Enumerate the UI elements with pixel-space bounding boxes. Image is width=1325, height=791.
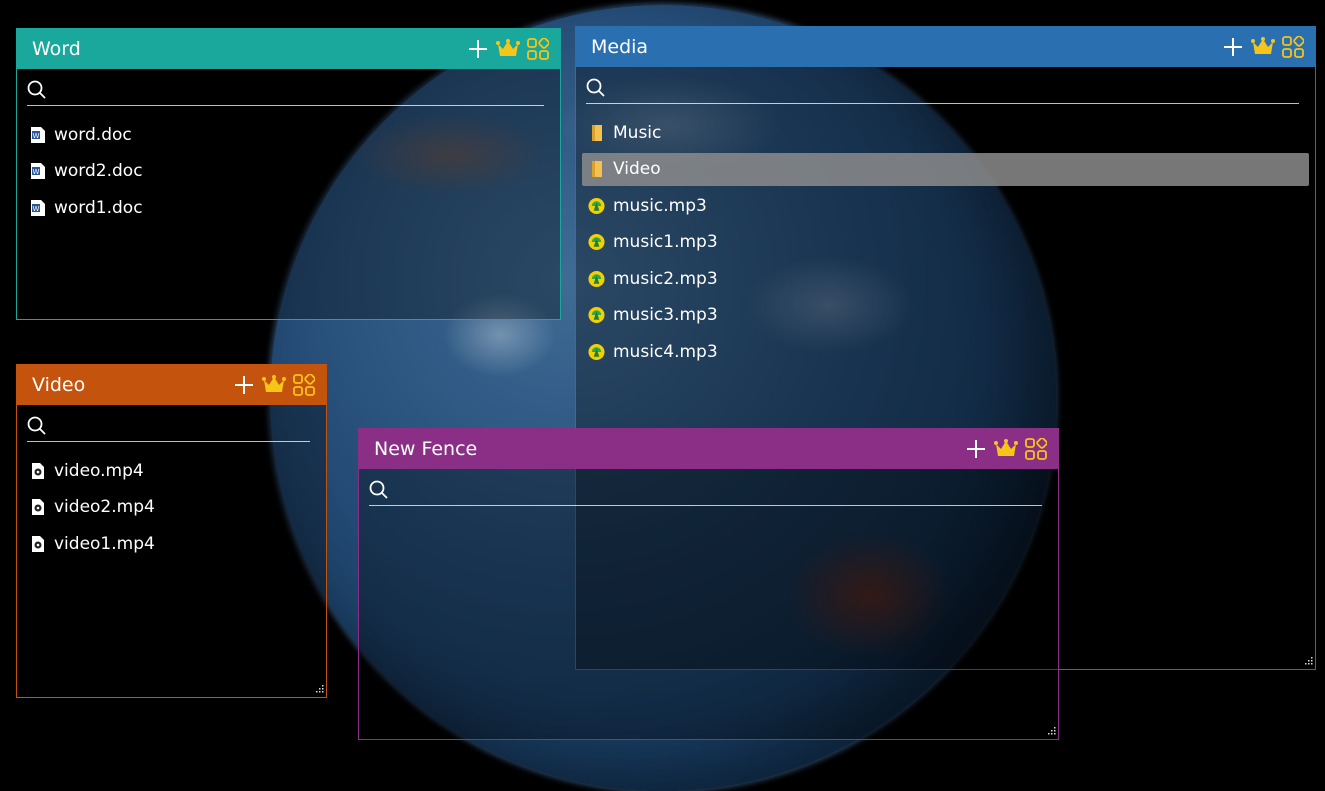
- file-item[interactable]: W word1.doc: [23, 191, 554, 224]
- search-bar[interactable]: [369, 475, 1042, 506]
- svg-text:W: W: [32, 132, 39, 140]
- file-list: Music Video music.mp3 music1.mp3 music2.…: [576, 116, 1315, 368]
- plus-icon: [1224, 38, 1242, 56]
- search-bar[interactable]: [586, 73, 1299, 104]
- file-item[interactable]: W word.doc: [23, 118, 554, 151]
- file-item[interactable]: music.mp3: [582, 189, 1309, 222]
- grid-icon: [527, 38, 549, 60]
- music-file-icon: [588, 197, 605, 215]
- file-item[interactable]: music4.mp3: [582, 335, 1309, 368]
- music-file-icon: [588, 233, 605, 251]
- premium-button[interactable]: [1251, 35, 1275, 59]
- file-name: music2.mp3: [613, 268, 718, 289]
- search-input[interactable]: [53, 80, 544, 100]
- grid-icon: [1282, 36, 1304, 58]
- music-file-icon: [588, 343, 605, 361]
- file-name: word1.doc: [54, 197, 143, 218]
- search-input[interactable]: [612, 78, 1299, 98]
- file-name: video2.mp4: [54, 497, 155, 517]
- add-button[interactable]: [964, 437, 988, 461]
- fence-new[interactable]: New Fence: [358, 428, 1059, 740]
- fence-video[interactable]: Video video.mp4 video2.mp4 video1.mp4: [16, 364, 327, 698]
- fence-header[interactable]: Video: [17, 365, 326, 405]
- file-name: video1.mp4: [54, 533, 155, 554]
- search-icon: [369, 480, 388, 499]
- fence-title: Video: [32, 374, 86, 396]
- file-list: video.mp4 video2.mp4 video1.mp4: [17, 454, 326, 560]
- file-item[interactable]: music3.mp3: [582, 299, 1309, 332]
- music-file-icon: [588, 270, 605, 288]
- premium-button[interactable]: [994, 437, 1018, 461]
- plus-icon: [469, 40, 487, 58]
- resize-grip-icon[interactable]: [314, 685, 324, 695]
- fence-word[interactable]: Word W word.doc W word2.doc W word1.doc: [16, 28, 561, 320]
- word-file-icon: W: [29, 126, 46, 144]
- fence-title: Word: [32, 38, 81, 60]
- plus-icon: [235, 376, 253, 394]
- resize-grip-icon[interactable]: [1303, 657, 1313, 667]
- premium-button[interactable]: [262, 373, 286, 397]
- file-item[interactable]: video1.mp4: [23, 527, 320, 560]
- file-name: music.mp3: [613, 195, 707, 216]
- file-item[interactable]: music1.mp3: [582, 226, 1309, 259]
- search-icon: [27, 416, 46, 435]
- fence-header[interactable]: Media: [576, 27, 1315, 67]
- music-file-icon: [588, 306, 605, 324]
- svg-text:W: W: [32, 205, 39, 213]
- video-file-icon: [29, 462, 46, 480]
- crown-icon: [994, 439, 1018, 456]
- fence-title: New Fence: [374, 438, 478, 460]
- resize-grip-icon[interactable]: [1046, 727, 1056, 737]
- file-name: Music: [613, 122, 662, 143]
- fence-header[interactable]: New Fence: [359, 429, 1058, 469]
- grid-icon: [1025, 438, 1047, 460]
- video-file-icon: [29, 535, 46, 553]
- file-name: word2.doc: [54, 161, 143, 181]
- folder-item-music[interactable]: Music: [582, 116, 1309, 149]
- svg-text:W: W: [32, 168, 39, 176]
- folder-icon: [588, 160, 605, 178]
- fence-title: Media: [591, 36, 649, 58]
- crown-icon: [1251, 37, 1275, 54]
- file-name: music1.mp3: [613, 232, 718, 252]
- video-file-icon: [29, 498, 46, 516]
- add-button[interactable]: [466, 37, 490, 61]
- add-button[interactable]: [1221, 35, 1245, 59]
- file-name: video.mp4: [54, 460, 144, 481]
- file-name: music3.mp3: [613, 305, 718, 325]
- word-file-icon: W: [29, 199, 46, 217]
- file-item[interactable]: W word2.doc: [23, 155, 554, 188]
- search-icon: [586, 78, 605, 97]
- file-item[interactable]: video2.mp4: [23, 491, 320, 524]
- folder-item-video[interactable]: Video: [582, 152, 1309, 186]
- add-button[interactable]: [232, 373, 256, 397]
- search-bar[interactable]: [27, 411, 310, 442]
- layout-button[interactable]: [526, 37, 550, 61]
- layout-button[interactable]: [1281, 35, 1305, 59]
- search-icon: [27, 80, 46, 99]
- folder-icon: [588, 124, 605, 142]
- layout-button[interactable]: [1024, 437, 1048, 461]
- search-input[interactable]: [395, 480, 1042, 500]
- search-bar[interactable]: [27, 75, 544, 106]
- word-file-icon: W: [29, 162, 46, 180]
- file-name: music4.mp3: [613, 341, 718, 362]
- file-list: W word.doc W word2.doc W word1.doc: [17, 118, 560, 224]
- file-item[interactable]: music2.mp3: [582, 262, 1309, 295]
- search-input[interactable]: [53, 416, 310, 436]
- file-item[interactable]: video.mp4: [23, 454, 320, 487]
- grid-icon: [293, 374, 315, 396]
- crown-icon: [262, 375, 286, 392]
- file-name: word.doc: [54, 124, 132, 145]
- crown-icon: [496, 39, 520, 56]
- file-name: Video: [613, 159, 661, 179]
- plus-icon: [967, 440, 985, 458]
- fence-header[interactable]: Word: [17, 29, 560, 69]
- premium-button[interactable]: [496, 37, 520, 61]
- layout-button[interactable]: [292, 373, 316, 397]
